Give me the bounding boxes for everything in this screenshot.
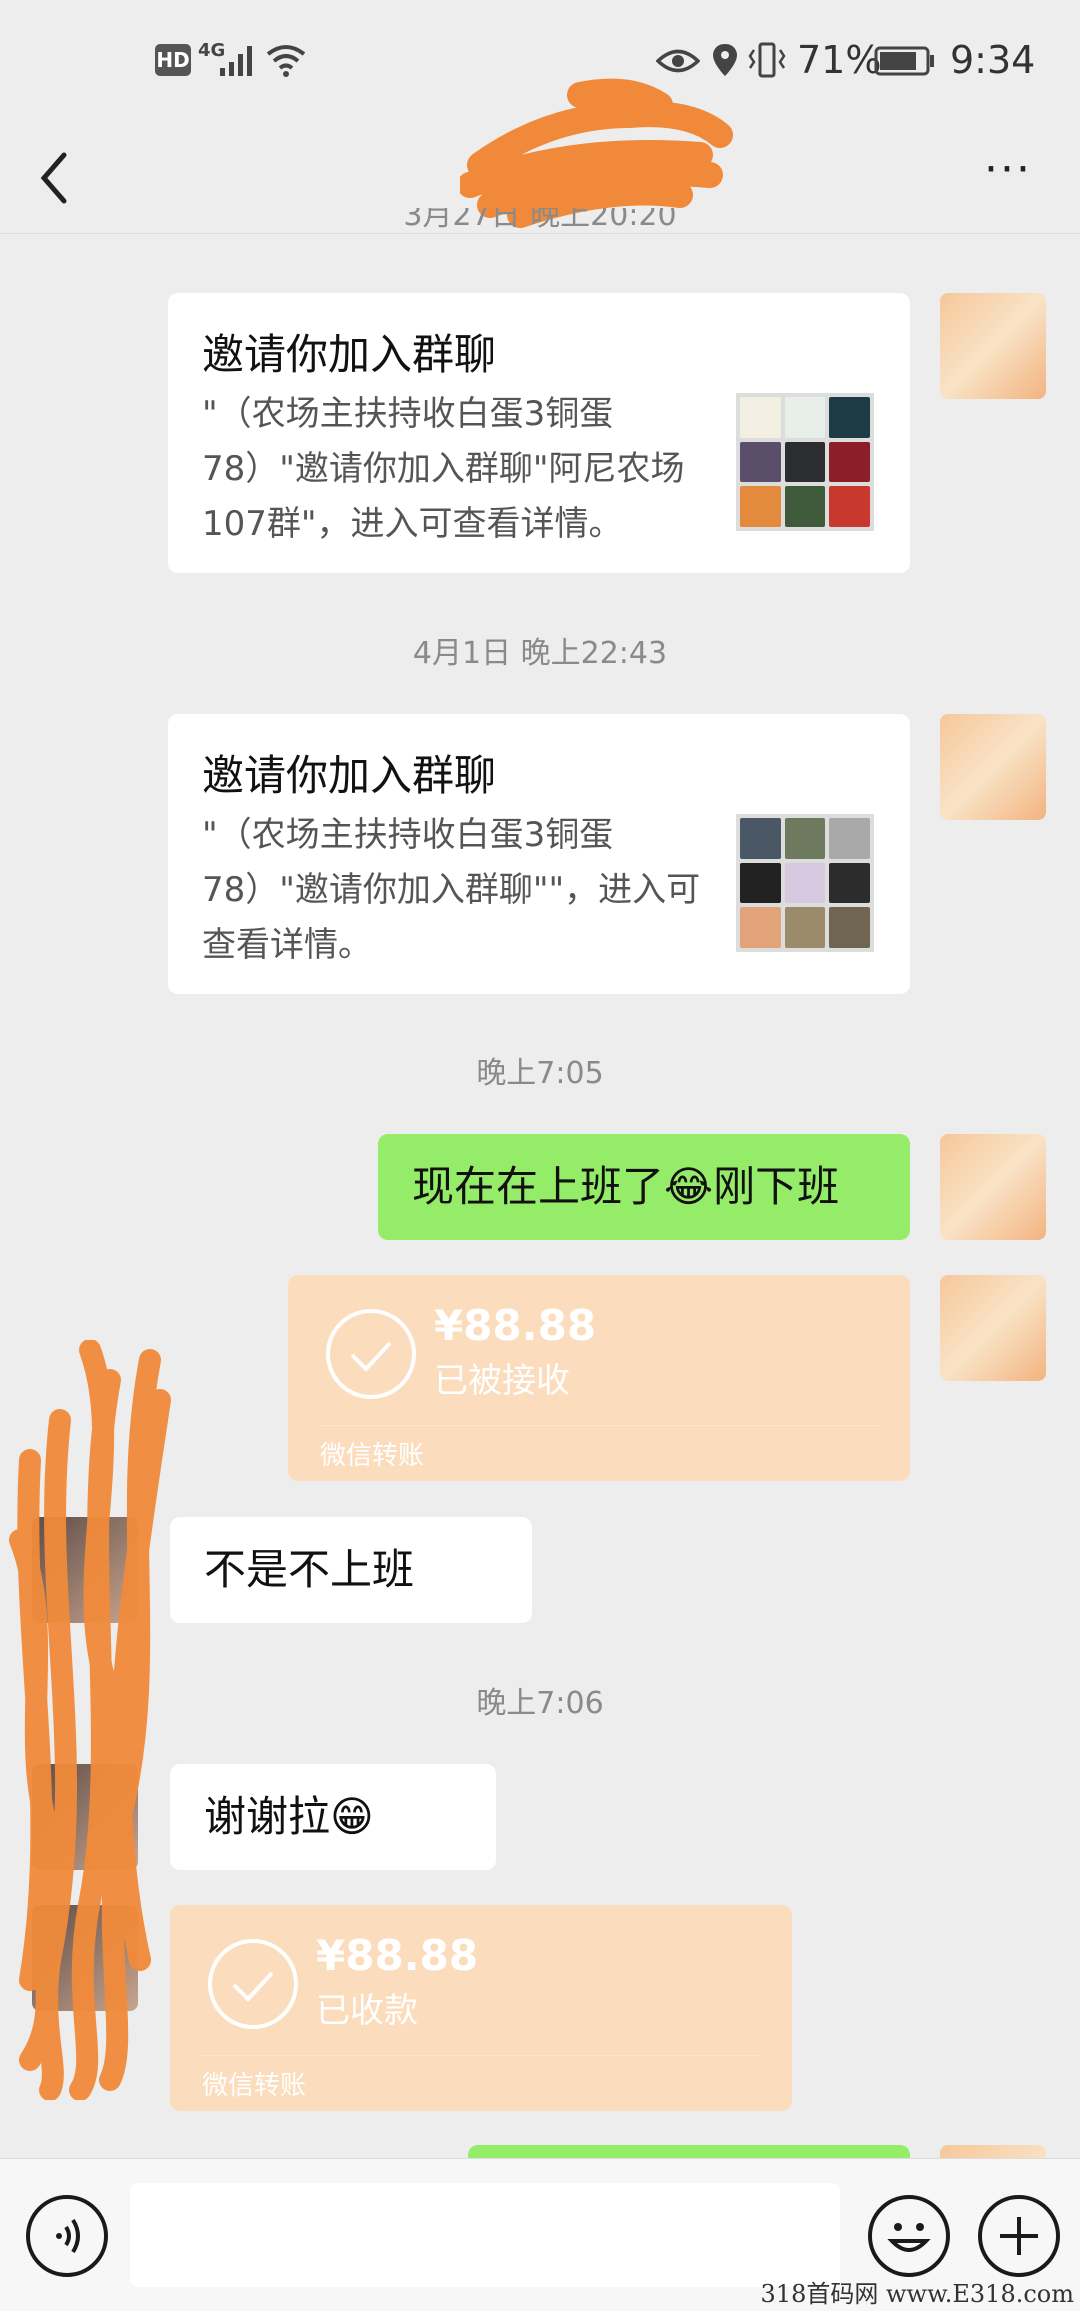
group-avatar-grid — [736, 814, 874, 952]
invite-title: 邀请你加入群聊 — [202, 330, 497, 379]
timestamp: 晚上7:05 — [476, 1056, 604, 1091]
signal-icon — [220, 46, 252, 76]
hd-icon: HD — [155, 44, 191, 76]
invite-description: "（农场主扶持收白蛋3铜蛋78）"邀请你加入群聊""，进入可查看详情。 — [202, 815, 701, 965]
hd-label: HD — [156, 48, 190, 72]
sent-text-message[interactable]: 现在在上班了😂刚下班 — [378, 1134, 910, 1240]
site-watermark: 318首码网 www.E318.com — [760, 2280, 1074, 2308]
invite-description: "（农场主扶持收白蛋3铜蛋78）"邀请你加入群聊"阿尼农场107群"，进入可查看… — [202, 394, 685, 544]
divider — [318, 1425, 880, 1426]
eye-icon — [656, 49, 700, 73]
voice-icon[interactable] — [26, 2195, 108, 2277]
plus-icon[interactable] — [978, 2195, 1060, 2277]
my-avatar[interactable] — [940, 293, 1046, 399]
more-icon[interactable]: ··· — [984, 148, 1044, 195]
group-invite-card[interactable]: 邀请你加入群聊 "（农场主扶持收白蛋3铜蛋78）"邀请你加入群聊""，进入可查看… — [168, 714, 910, 994]
battery-icon — [874, 46, 934, 76]
back-icon[interactable] — [34, 143, 94, 213]
location-icon — [713, 44, 737, 76]
transfer-footer: 微信转账 — [320, 1441, 425, 1471]
my-avatar[interactable] — [940, 714, 1046, 820]
timestamp-partial: 3月27日 晚上20:20 — [403, 208, 677, 233]
transfer-amount: ¥88.88 — [434, 1301, 597, 1350]
my-avatar[interactable] — [940, 1275, 1046, 1381]
received-text-message[interactable]: 谢谢拉😁 — [170, 1764, 496, 1870]
divider — [200, 2055, 762, 2056]
transfer-footer: 微信转账 — [202, 2071, 307, 2101]
clock: 9:34 — [950, 38, 1036, 82]
input-bar: 318首码网 www.E318.com — [0, 2158, 1080, 2311]
group-invite-card[interactable]: 邀请你加入群聊 "（农场主扶持收白蛋3铜蛋78）"邀请你加入群聊"阿尼农场107… — [168, 293, 910, 573]
check-circle-icon — [326, 1309, 416, 1399]
message-input[interactable] — [130, 2183, 840, 2287]
timestamp: 4月1日 晚上22:43 — [412, 636, 668, 671]
redaction-scribble — [9, 1340, 171, 2100]
vibrate-icon — [748, 42, 786, 78]
wifi-icon — [266, 45, 306, 77]
transfer-amount: ¥88.88 — [316, 1931, 479, 1980]
emoji-icon[interactable] — [868, 2195, 950, 2277]
transfer-status: 已收款 — [316, 1991, 418, 2031]
battery-percent: 71% — [797, 38, 882, 82]
transfer-status: 已被接收 — [434, 1361, 570, 1401]
my-avatar[interactable] — [940, 1134, 1046, 1240]
wechat-transfer-card[interactable]: ¥88.88 已被接收 微信转账 — [288, 1275, 910, 1481]
received-text-message[interactable]: 不是不上班 — [170, 1517, 532, 1623]
invite-title: 邀请你加入群聊 — [202, 751, 497, 800]
group-avatar-grid — [736, 393, 874, 531]
wechat-transfer-card[interactable]: ¥88.88 已收款 微信转账 — [170, 1905, 792, 2111]
check-circle-icon — [208, 1939, 298, 2029]
